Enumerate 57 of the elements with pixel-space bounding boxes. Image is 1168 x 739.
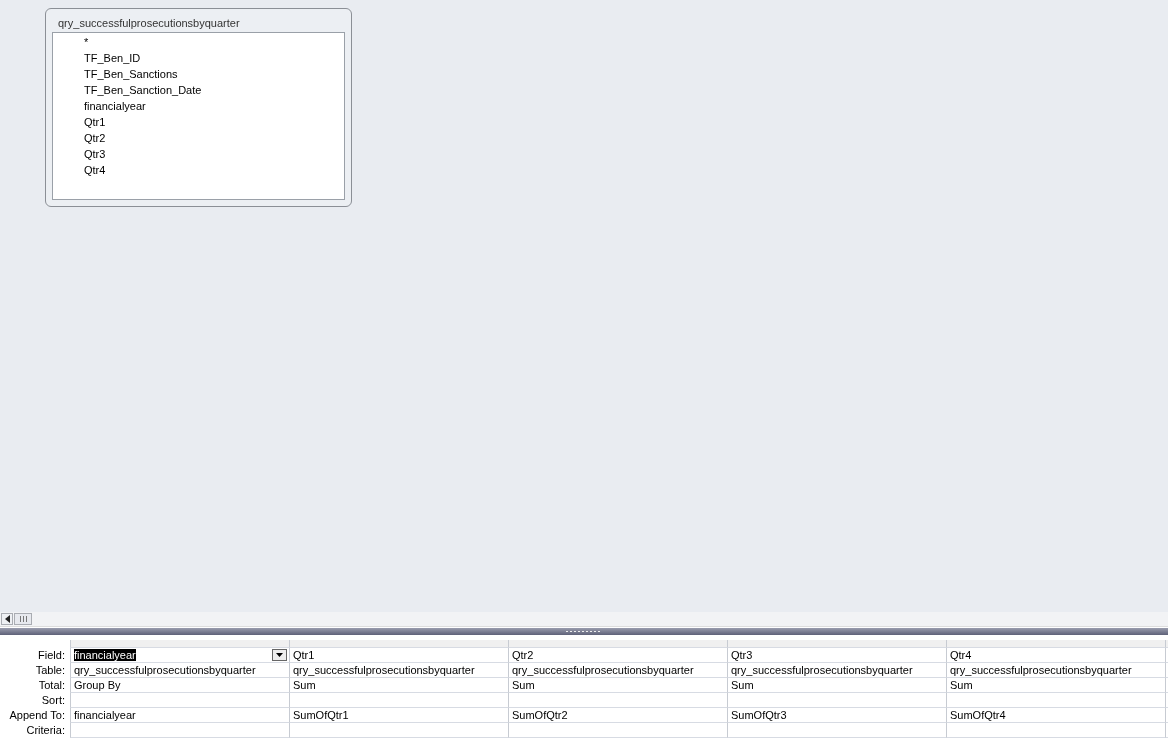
grip-icon xyxy=(566,630,602,633)
grid-cell[interactable]: Qtr4 xyxy=(946,648,1165,663)
grid-cell[interactable] xyxy=(727,723,946,738)
dropdown-button[interactable] xyxy=(272,649,287,661)
field-list-item[interactable]: TF_Ben_Sanctions xyxy=(84,66,178,82)
scroll-left-button[interactable] xyxy=(1,613,13,625)
grip-icon xyxy=(19,616,27,622)
field-list-item[interactable]: Qtr1 xyxy=(84,114,106,130)
caret-icon xyxy=(276,653,283,657)
grid-cell[interactable]: qry_successfulprosecutionsbyquarter xyxy=(946,663,1165,678)
grid-cell[interactable]: financialyear xyxy=(70,708,289,723)
grid-cell[interactable]: SumOfQtr2 xyxy=(508,708,727,723)
grid-cell[interactable] xyxy=(289,693,508,708)
grid-cell[interactable]: financialyear xyxy=(70,648,289,663)
row-label: Table: xyxy=(34,663,66,678)
column-selector[interactable] xyxy=(727,640,946,648)
field-list-item[interactable]: * xyxy=(84,34,89,50)
field-list-item[interactable]: Qtr2 xyxy=(84,130,106,146)
grid-cell[interactable]: Sum xyxy=(289,678,508,693)
grid-cell[interactable] xyxy=(70,693,289,708)
grid-cell[interactable] xyxy=(70,723,289,738)
field-list-item[interactable]: TF_Ben_ID xyxy=(84,50,141,66)
grid-cell[interactable]: SumOfQtr1 xyxy=(289,708,508,723)
grid-cell[interactable]: qry_successfulprosecutionsbyquarter xyxy=(289,663,508,678)
grid-cell[interactable]: Sum xyxy=(727,678,946,693)
column-selector[interactable] xyxy=(946,640,1165,648)
row-label: Criteria: xyxy=(25,723,66,738)
grid-cell[interactable]: qry_successfulprosecutionsbyquarter xyxy=(508,663,727,678)
row-label: Field: xyxy=(37,648,66,663)
row-label: Append To: xyxy=(8,708,66,723)
grid-cell[interactable]: Sum xyxy=(946,678,1165,693)
field-list-item[interactable]: Qtr4 xyxy=(84,162,106,178)
grid-cell[interactable] xyxy=(508,723,727,738)
grid-cell[interactable]: qry_successfulprosecutionsbyquarter xyxy=(727,663,946,678)
grid-cell[interactable] xyxy=(946,723,1165,738)
field-list-item[interactable]: TF_Ben_Sanction_Date xyxy=(84,82,202,98)
grid-cell[interactable] xyxy=(946,693,1165,708)
field-list-item[interactable]: financialyear xyxy=(84,98,146,114)
field-list-window[interactable]: qry_successfulprosecutionsbyquarter * TF_Ben_ID TF_Ben_Sanctions TF_Ben_Sanction_Date financialyear Qtr1 Qtr2 Qtr3 Qtr4 xyxy=(45,8,352,207)
grid-cell[interactable]: Qtr2 xyxy=(508,648,727,663)
grid-cell[interactable]: Sum xyxy=(508,678,727,693)
row-label: Total: xyxy=(37,678,66,693)
field-list-title: qry_successfulprosecutionsbyquarter xyxy=(57,16,241,31)
grid-cell[interactable]: qry_successfulprosecutionsbyquarter xyxy=(70,663,289,678)
grid-cell[interactable]: SumOfQtr3 xyxy=(727,708,946,723)
scroll-thumb[interactable] xyxy=(14,613,32,625)
grid-cell[interactable]: Qtr1 xyxy=(289,648,508,663)
grid-cell[interactable]: Qtr3 xyxy=(727,648,946,663)
grid-cell[interactable] xyxy=(289,723,508,738)
grid-cell[interactable] xyxy=(727,693,946,708)
column-selector[interactable] xyxy=(508,640,727,648)
left-arrow-icon xyxy=(4,615,10,623)
grid-cell[interactable]: SumOfQtr4 xyxy=(946,708,1165,723)
field-list-item[interactable]: Qtr3 xyxy=(84,146,106,162)
grid-cell[interactable]: Group By xyxy=(70,678,289,693)
row-label: Sort: xyxy=(40,693,66,708)
grid-cell[interactable] xyxy=(508,693,727,708)
